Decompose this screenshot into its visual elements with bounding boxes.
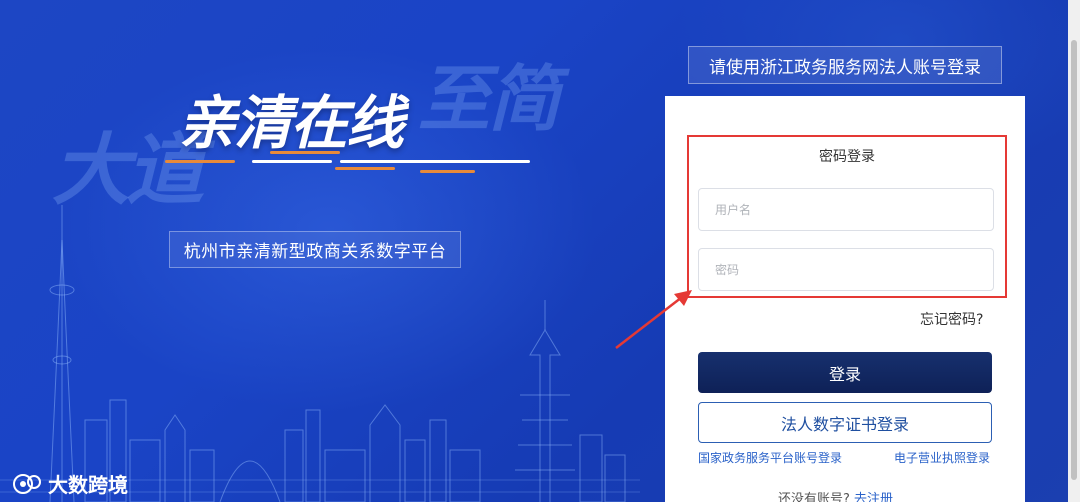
- national-platform-login-link[interactable]: 国家政务服务平台账号登录: [698, 449, 842, 466]
- password-input[interactable]: [698, 248, 994, 291]
- hero-title: 亲清在线: [178, 89, 404, 157]
- no-account-text: 还没有账号?: [778, 492, 850, 502]
- title-streak: [340, 160, 530, 163]
- forgot-password-link[interactable]: 忘记密码?: [920, 309, 983, 329]
- login-button[interactable]: 登录: [698, 352, 992, 393]
- zhejiang-login-banner: 请使用浙江政务服务网法人账号登录: [688, 46, 1002, 84]
- watermark-text: 大数跨境: [48, 472, 128, 497]
- city-skyline-illustration: [0, 205, 640, 502]
- ghost-text-right: 至简: [418, 57, 560, 141]
- title-streak: [252, 160, 332, 163]
- watermark: 大数跨境: [10, 468, 128, 498]
- vertical-scrollbar[interactable]: [1068, 0, 1080, 502]
- annotation-arrow: [615, 290, 692, 349]
- title-streak: [270, 151, 340, 154]
- register-link[interactable]: 去注册: [854, 492, 893, 502]
- username-input[interactable]: [698, 188, 994, 231]
- cert-login-button[interactable]: 法人数字证书登录: [698, 402, 992, 443]
- scrollbar-thumb[interactable]: [1071, 40, 1077, 480]
- register-prompt: 还没有账号? 去注册: [778, 488, 893, 502]
- title-streak: [165, 160, 235, 163]
- watermark-logo-icon: [13, 474, 41, 494]
- title-streak: [335, 167, 395, 170]
- login-title: 密码登录: [819, 149, 875, 165]
- title-streak: [420, 170, 475, 173]
- business-license-login-link[interactable]: 电子营业执照登录: [894, 449, 990, 466]
